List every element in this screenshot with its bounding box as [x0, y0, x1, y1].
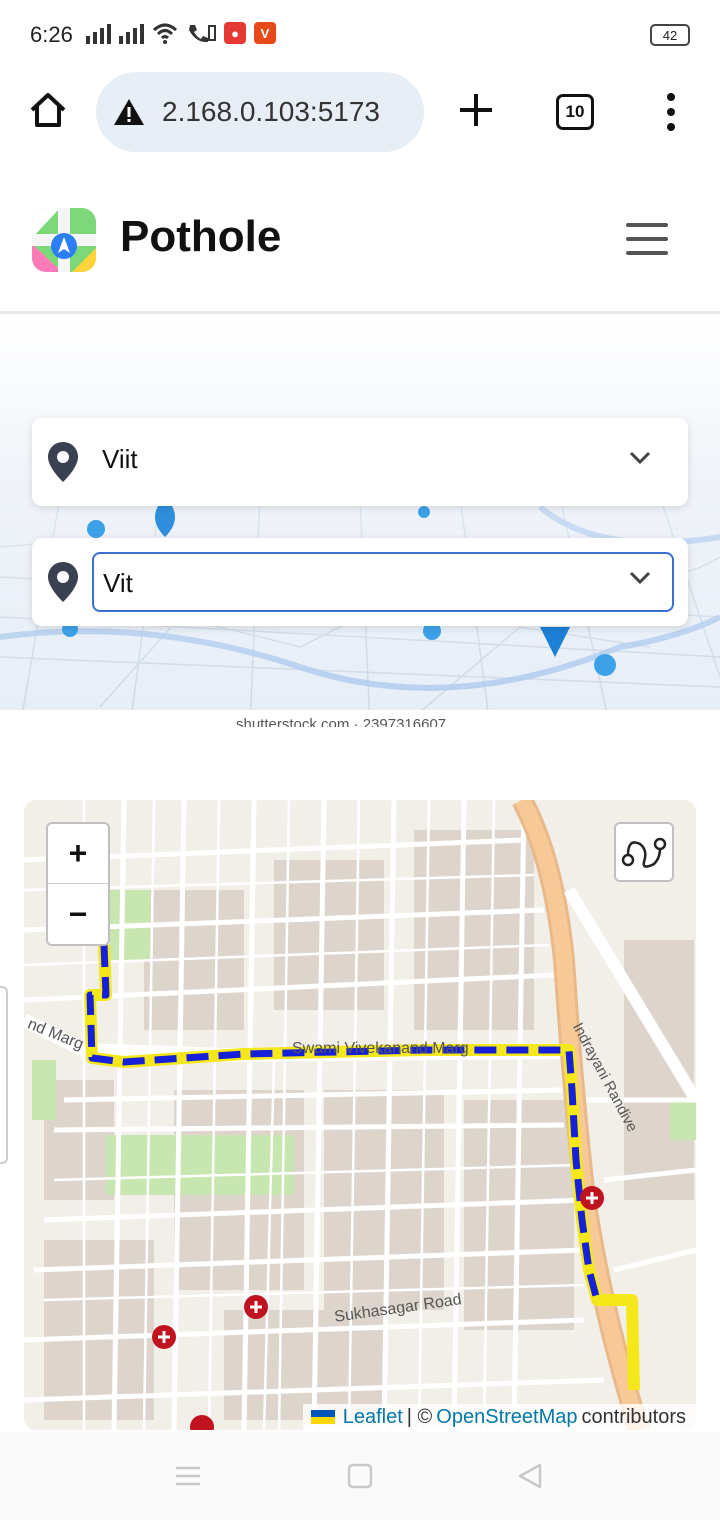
status-bar: 6:26 ● V 42 — [0, 0, 720, 70]
app-logo-icon — [32, 208, 96, 272]
more-icon[interactable] — [664, 92, 678, 132]
osm-link[interactable]: OpenStreetMap — [436, 1406, 577, 1429]
side-panel-handle[interactable] — [0, 986, 8, 1164]
route-search-hero: Viit Vit shutterstock.com · 2397316607 — [0, 317, 720, 727]
ukraine-flag-icon — [310, 1410, 335, 1424]
url-text[interactable]: 2.168.0.103:5173 — [162, 96, 412, 128]
app-title: Pothole — [120, 212, 282, 261]
tabs-icon[interactable]: 10 — [556, 94, 594, 130]
routing-icon — [621, 837, 667, 868]
browser-toolbar: 2.168.0.103:5173 10 — [0, 70, 720, 154]
status-time: 6:26 — [30, 22, 73, 47]
recent-apps-icon[interactable] — [174, 1462, 202, 1490]
zoom-in-button[interactable]: + — [48, 824, 108, 884]
location-pin-icon — [48, 442, 78, 482]
destination-input[interactable]: Vit — [92, 552, 674, 612]
destination-value[interactable]: Vit — [103, 568, 133, 599]
home-nav-icon[interactable] — [346, 1462, 374, 1490]
plus-icon[interactable] — [456, 90, 496, 130]
back-icon[interactable] — [516, 1462, 544, 1490]
battery-indicator: 42 — [650, 24, 690, 46]
map-tiles[interactable] — [24, 800, 696, 1430]
road-label-main: Swami Vivekanand Marg — [292, 1040, 469, 1057]
chevron-down-icon[interactable] — [628, 570, 652, 586]
destination-select[interactable]: Vit — [32, 538, 688, 626]
wifi-icon — [152, 23, 178, 44]
attribution-separator: | © — [406, 1405, 433, 1428]
routing-toggle-button[interactable] — [614, 822, 674, 882]
image-watermark: shutterstock.com · 2397316607 — [236, 716, 447, 727]
zoom-out-button[interactable]: − — [48, 884, 108, 944]
signal-icon — [86, 22, 111, 44]
chevron-down-icon[interactable] — [628, 450, 652, 466]
zoom-control: + − — [46, 822, 110, 946]
route-map[interactable]: nd Marg Swami Vivekanand Marg Indrayani … — [24, 800, 696, 1430]
leaflet-link[interactable]: Leaflet — [343, 1406, 403, 1429]
status-icons: ● V — [86, 22, 276, 44]
vivaldi-icon: V — [254, 22, 276, 44]
origin-select[interactable]: Viit — [32, 418, 688, 506]
wifi-call-icon — [189, 25, 216, 43]
signal-icon-2 — [119, 22, 144, 44]
map-attribution: Leaflet | © OpenStreetMap contributors — [302, 1404, 696, 1430]
address-bar[interactable]: 2.168.0.103:5173 — [96, 72, 424, 152]
warning-icon[interactable] — [112, 97, 146, 127]
location-pin-icon — [48, 562, 78, 602]
app-header: Pothole — [0, 164, 720, 314]
hamburger-icon[interactable] — [626, 222, 668, 256]
attribution-suffix: contributors — [581, 1405, 687, 1428]
system-nav-bar — [0, 1432, 720, 1520]
origin-value: Viit — [102, 444, 138, 474]
screen-record-icon: ● — [224, 22, 246, 44]
home-icon[interactable] — [28, 90, 68, 130]
hero-map-background — [0, 317, 720, 727]
